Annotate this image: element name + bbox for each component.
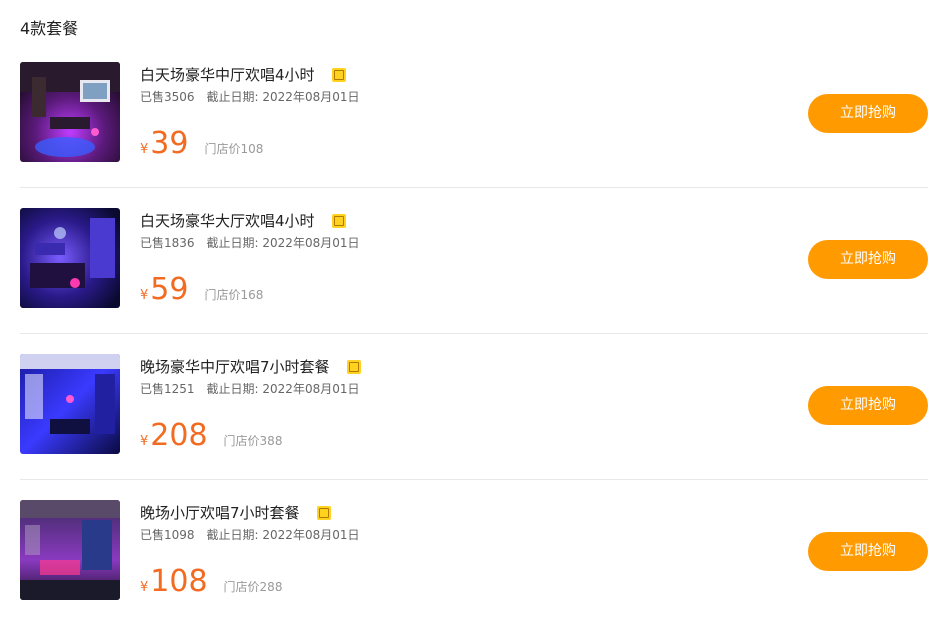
package-meta: 已售3506 截止日期: 2022年08月01日 xyxy=(140,88,359,106)
package-thumbnail[interactable] xyxy=(20,500,120,600)
sale-price: 208 xyxy=(150,418,208,453)
ktv-room-image xyxy=(20,62,120,162)
buy-now-button[interactable]: 立即抢购 xyxy=(808,94,928,133)
sale-price: 108 xyxy=(150,564,208,599)
price-row: ¥ 108 门店价288 xyxy=(140,564,282,600)
buy-now-button[interactable]: 立即抢购 xyxy=(808,532,928,571)
package-item[interactable]: 白天场豪华大厅欢唱4小时 已售1836 截止日期: 2022年08月01日 ¥ 5… xyxy=(20,188,928,334)
package-name[interactable]: 晚场豪华中厅欢唱7小时套餐 xyxy=(140,356,330,378)
package-list: 白天场豪华中厅欢唱4小时 已售3506 截止日期: 2022年08月01日 ¥ 3… xyxy=(20,42,928,619)
group-buy-badge-icon xyxy=(346,360,361,374)
store-price: 门店价168 xyxy=(204,288,264,302)
package-item[interactable]: 晚场豪华中厅欢唱7小时套餐 已售1251 截止日期: 2022年08月01日 ¥ … xyxy=(20,334,928,480)
sale-price: 39 xyxy=(150,126,189,161)
package-thumbnail[interactable] xyxy=(20,62,120,162)
deadline: 截止日期: 2022年08月01日 xyxy=(206,528,360,542)
store-price: 门店价288 xyxy=(223,580,283,594)
sale-price: 59 xyxy=(150,272,189,307)
package-item[interactable]: 晚场小厅欢唱7小时套餐 已售1098 截止日期: 2022年08月01日 ¥ 10… xyxy=(20,480,928,619)
package-name[interactable]: 晚场小厅欢唱7小时套餐 xyxy=(140,502,300,524)
price-row: ¥ 59 门店价168 xyxy=(140,272,263,308)
group-buy-badge-icon xyxy=(316,506,331,520)
package-thumbnail[interactable] xyxy=(20,354,120,454)
price-row: ¥ 208 门店价388 xyxy=(140,418,282,454)
package-name[interactable]: 白天场豪华大厅欢唱4小时 xyxy=(140,210,315,232)
deadline: 截止日期: 2022年08月01日 xyxy=(206,90,360,104)
sold-count: 已售1098 xyxy=(140,528,195,542)
package-meta: 已售1251 截止日期: 2022年08月01日 xyxy=(140,380,359,398)
currency-symbol: ¥ xyxy=(140,142,149,157)
section-title: 4款套餐 xyxy=(20,19,79,38)
group-buy-badge-icon xyxy=(331,214,346,228)
ktv-room-image xyxy=(20,208,120,308)
deadline: 截止日期: 2022年08月01日 xyxy=(206,382,360,396)
package-meta: 已售1098 截止日期: 2022年08月01日 xyxy=(140,526,359,544)
store-price: 门店价108 xyxy=(204,142,264,156)
sold-count: 已售3506 xyxy=(140,90,195,104)
package-item[interactable]: 白天场豪华中厅欢唱4小时 已售3506 截止日期: 2022年08月01日 ¥ 3… xyxy=(20,42,928,188)
package-meta: 已售1836 截止日期: 2022年08月01日 xyxy=(140,234,359,252)
package-page: 4款套餐 白天场豪华中厅欢唱4小时 已售3506 截止日期: 2022年08月0… xyxy=(0,0,933,619)
currency-symbol: ¥ xyxy=(140,580,149,595)
sold-count: 已售1836 xyxy=(140,236,195,250)
package-thumbnail[interactable] xyxy=(20,208,120,308)
group-buy-badge-icon xyxy=(331,68,346,82)
ktv-room-image xyxy=(20,500,120,600)
deadline: 截止日期: 2022年08月01日 xyxy=(206,236,360,250)
buy-now-button[interactable]: 立即抢购 xyxy=(808,386,928,425)
price-row: ¥ 39 门店价108 xyxy=(140,126,263,162)
ktv-room-image xyxy=(20,354,120,454)
store-price: 门店价388 xyxy=(223,434,283,448)
buy-now-button[interactable]: 立即抢购 xyxy=(808,240,928,279)
package-name[interactable]: 白天场豪华中厅欢唱4小时 xyxy=(140,64,315,86)
sold-count: 已售1251 xyxy=(140,382,195,396)
currency-symbol: ¥ xyxy=(140,288,149,303)
currency-symbol: ¥ xyxy=(140,434,149,449)
